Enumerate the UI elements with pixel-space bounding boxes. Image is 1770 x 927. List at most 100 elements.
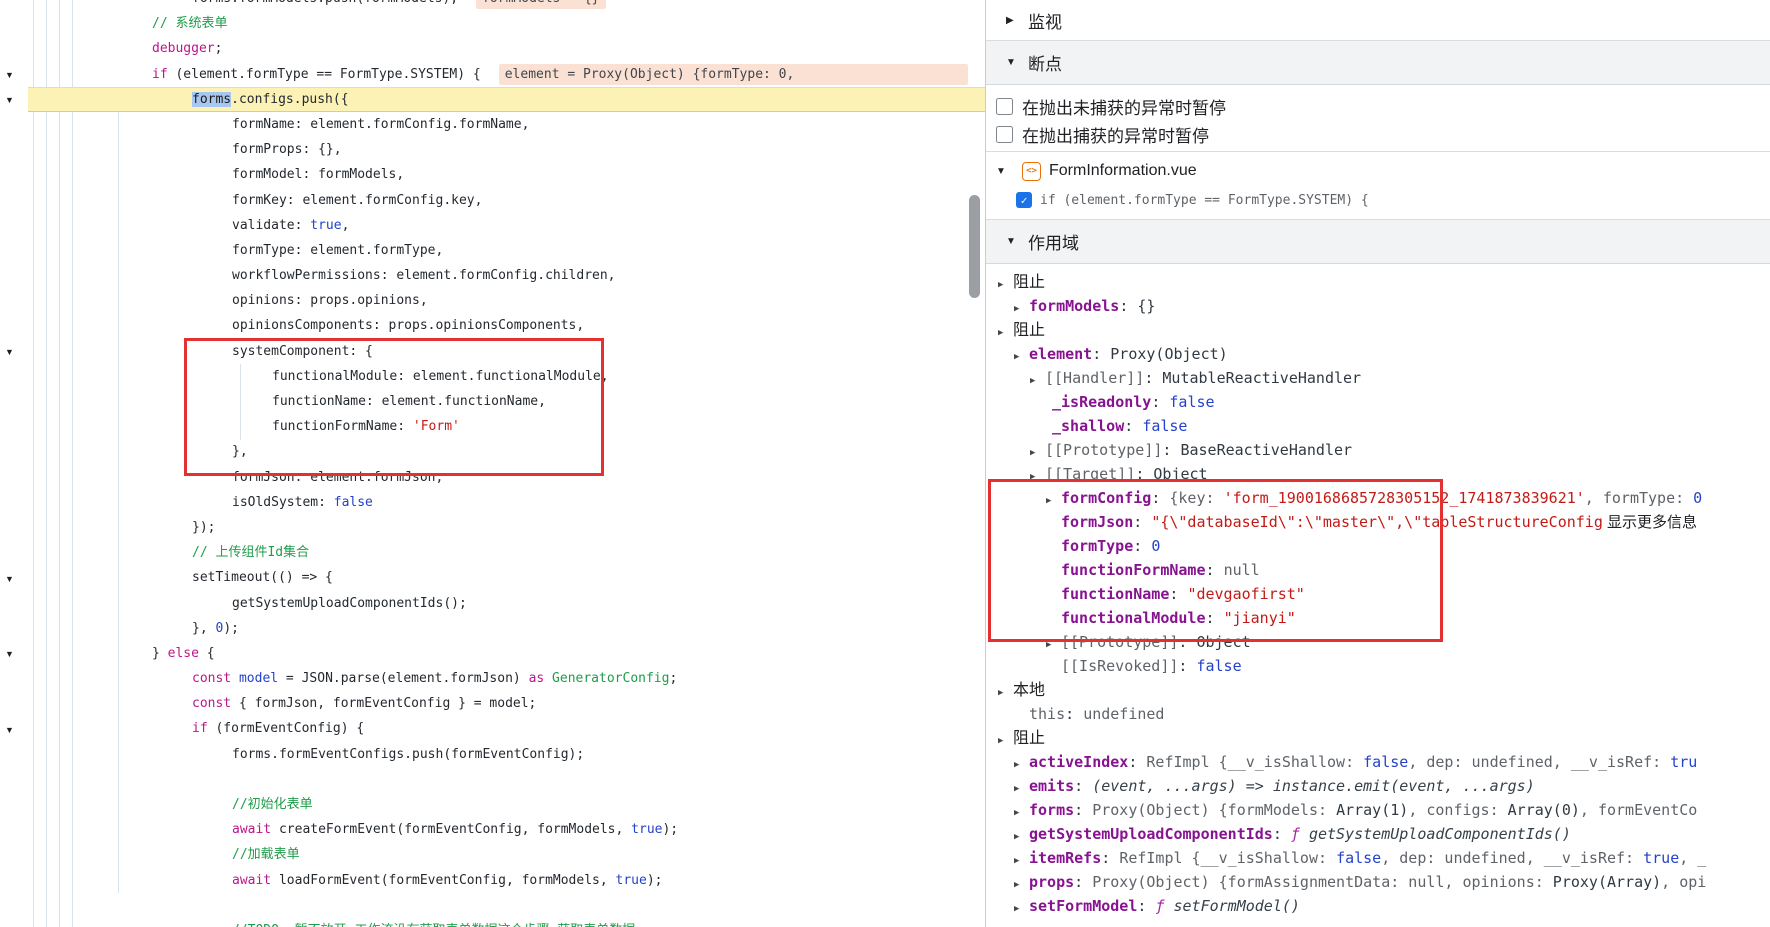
code-line[interactable]: debugger; xyxy=(0,36,985,61)
code-line[interactable] xyxy=(0,767,985,792)
selected-token: forms xyxy=(192,92,231,107)
breakpoint-enabled-checkbox[interactable]: ✓ xyxy=(1016,192,1032,208)
pause-caught-row[interactable]: 在抛出捕获的异常时暂停 xyxy=(986,120,1770,148)
tree-expand-icon[interactable]: ▶ xyxy=(1014,345,1029,366)
scope-tree-row[interactable]: ▶阻止 xyxy=(986,726,1770,750)
fold-arrow-icon[interactable]: ▼ xyxy=(5,346,19,358)
tree-expand-icon[interactable]: ▶ xyxy=(1030,441,1045,462)
fold-arrow-icon[interactable]: ▼ xyxy=(5,94,19,106)
code-line[interactable]: opinionsComponents: props.opinionsCompon… xyxy=(0,313,985,338)
chevron-down-icon[interactable]: ▼ xyxy=(1006,236,1028,247)
code-line[interactable]: // 上传组件Id集合 xyxy=(0,540,985,565)
code-line[interactable]: //加载表单 xyxy=(0,842,985,867)
scope-tree-row[interactable]: ▶itemRefs: RefImpl {__v_isShallow: false… xyxy=(986,846,1770,870)
code-line[interactable]: }, 0); xyxy=(0,616,985,641)
pause-uncaught-row[interactable]: 在抛出未捕获的异常时暂停 xyxy=(986,92,1770,120)
pause-uncaught-checkbox[interactable] xyxy=(996,98,1013,115)
code-line[interactable]: getSystemUploadComponentIds(); xyxy=(0,591,985,616)
scope-section-header[interactable]: ▼ 作用域 xyxy=(986,220,1770,264)
scope-tree-row[interactable]: ▶_shallow: false xyxy=(986,414,1770,438)
code-line[interactable]: // 系统表单 xyxy=(0,11,985,36)
red-annotation-box xyxy=(988,479,1443,642)
code-line[interactable]: await createFormEvent(formEventConfig, f… xyxy=(0,817,985,842)
code-line[interactable]: setTimeout(() => { xyxy=(0,565,985,590)
code-line[interactable]: opinions: props.opinions, xyxy=(0,288,985,313)
chevron-down-icon[interactable]: ▼ xyxy=(1006,57,1028,68)
scope-tree-row[interactable]: ▶formModels: {} xyxy=(986,294,1770,318)
debugger-sidebar: ▶ 监视 ▼ 断点 在抛出未捕获的异常时暂停 在抛出捕获的异常时暂停 ▼ <> … xyxy=(986,0,1770,927)
fold-arrow-icon[interactable]: ▼ xyxy=(5,648,19,660)
code-line[interactable]: workflowPermissions: element.formConfig.… xyxy=(0,263,985,288)
pause-caught-label: 在抛出捕获的异常时暂停 xyxy=(1022,122,1209,147)
chevron-right-icon[interactable]: ▶ xyxy=(1006,15,1028,26)
scope-tree-row[interactable]: ▶本地 xyxy=(986,678,1770,702)
scope-section-label: 作用域 xyxy=(1028,229,1079,254)
tree-expand-icon[interactable]: ▶ xyxy=(1014,873,1029,894)
breakpoint-entry[interactable]: ✓ if (element.formType == FormType.SYSTE… xyxy=(986,185,1770,215)
code-line[interactable]: if (formEventConfig) { xyxy=(0,716,985,741)
code-line[interactable]: formType: element.formType, xyxy=(0,238,985,263)
tree-expand-icon[interactable]: ▶ xyxy=(1030,369,1045,390)
code-line[interactable]: formKey: element.formConfig.key, xyxy=(0,188,985,213)
tree-expand-icon[interactable]: ▶ xyxy=(998,273,1013,294)
vue-file-icon: <> xyxy=(1022,162,1041,181)
scope-tree-row[interactable]: ▶forms: Proxy(Object) {formModels: Array… xyxy=(986,798,1770,822)
code-line[interactable]: formProps: {}, xyxy=(0,137,985,162)
code-line[interactable]: //TODO: 暂不放开 工作流没有获取表单数据这个步骤 获取表单数据 xyxy=(0,918,985,927)
code-line[interactable]: await loadFormEvent(formEventConfig, for… xyxy=(0,868,985,893)
code-line[interactable]: forms.formModels.push(formModels);formMo… xyxy=(0,0,985,11)
code-line[interactable]: formModel: formModels, xyxy=(0,162,985,187)
breakpoint-file-group: ▼ <> FormInformation.vue ✓ if (element.f… xyxy=(986,152,1770,220)
tree-expand-icon[interactable]: ▶ xyxy=(1014,297,1029,318)
tree-expand-icon[interactable]: ▶ xyxy=(1014,753,1029,774)
pause-caught-checkbox[interactable] xyxy=(996,126,1013,143)
breakpoint-entry-code: if (element.formType == FormType.SYSTEM)… xyxy=(1040,193,1369,208)
scope-tree-row[interactable]: ▶setFormModel: ƒ setFormModel() xyxy=(986,894,1770,918)
scope-tree-row[interactable]: ▶element: Proxy(Object) xyxy=(986,342,1770,366)
scope-tree-row[interactable]: ▶_isReadonly: false xyxy=(986,390,1770,414)
scope-tree-row[interactable]: ▶props: Proxy(Object) {formAssignmentDat… xyxy=(986,870,1770,894)
code-line[interactable]: const { formJson, formEventConfig } = mo… xyxy=(0,691,985,716)
tree-expand-icon[interactable]: ▶ xyxy=(1014,849,1029,870)
breakpoints-section-label: 断点 xyxy=(1028,50,1062,75)
scope-tree-row[interactable]: ▶阻止 xyxy=(986,270,1770,294)
tree-expand-icon[interactable]: ▶ xyxy=(1014,777,1029,798)
scope-tree-row[interactable]: ▶emits: (event, ...args) => instance.emi… xyxy=(986,774,1770,798)
tree-expand-icon[interactable]: ▶ xyxy=(998,681,1013,702)
breakpoints-section-header[interactable]: ▼ 断点 xyxy=(986,41,1770,85)
exception-pause-options: 在抛出未捕获的异常时暂停 在抛出捕获的异常时暂停 xyxy=(986,85,1770,152)
tree-expand-icon[interactable]: ▶ xyxy=(1014,801,1029,822)
editor-scrollbar-thumb[interactable] xyxy=(969,195,980,298)
fold-arrow-icon[interactable]: ▼ xyxy=(5,573,19,585)
current-execution-line[interactable]: forms.configs.push({ xyxy=(0,87,985,112)
fold-arrow-icon[interactable]: ▼ xyxy=(5,724,19,736)
watch-section-header[interactable]: ▶ 监视 xyxy=(986,0,1770,41)
scope-tree-row[interactable]: ▶[[IsRevoked]]: false xyxy=(986,654,1770,678)
scope-tree-row[interactable]: ▶[[Prototype]]: BaseReactiveHandler xyxy=(986,438,1770,462)
fold-arrow-icon[interactable]: ▼ xyxy=(5,69,19,81)
code-line[interactable]: formName: element.formConfig.formName, xyxy=(0,112,985,137)
code-line[interactable]: const model = JSON.parse(element.formJso… xyxy=(0,666,985,691)
red-annotation-box xyxy=(184,338,604,476)
code-line[interactable]: } else { xyxy=(0,641,985,666)
scope-tree-row[interactable]: ▶阻止 xyxy=(986,318,1770,342)
breakpoint-file-name: FormInformation.vue xyxy=(1049,162,1197,180)
scope-tree-row[interactable]: ▶getSystemUploadComponentIds: ƒ getSyste… xyxy=(986,822,1770,846)
code-line[interactable]: if (element.formType == FormType.SYSTEM)… xyxy=(0,62,985,87)
scope-tree-row[interactable]: ▶this: undefined xyxy=(986,702,1770,726)
breakpoint-file-row[interactable]: ▼ <> FormInformation.vue xyxy=(986,157,1770,185)
scope-tree-row[interactable]: ▶[[Handler]]: MutableReactiveHandler xyxy=(986,366,1770,390)
scope-tree-row[interactable]: ▶activeIndex: RefImpl {__v_isShallow: fa… xyxy=(986,750,1770,774)
code-line[interactable]: isOldSystem: false xyxy=(0,490,985,515)
code-line[interactable]: }); xyxy=(0,515,985,540)
code-line[interactable]: forms.formEventConfigs.push(formEventCon… xyxy=(0,742,985,767)
chevron-down-icon[interactable]: ▼ xyxy=(996,166,1018,177)
code-line[interactable]: //初始化表单 xyxy=(0,792,985,817)
tree-expand-icon[interactable]: ▶ xyxy=(1014,825,1029,846)
tree-expand-icon[interactable]: ▶ xyxy=(1014,897,1029,918)
tree-expand-icon[interactable]: ▶ xyxy=(998,729,1013,750)
code-line[interactable]: validate: true, xyxy=(0,213,985,238)
tree-expand-icon[interactable]: ▶ xyxy=(998,321,1013,342)
inline-eval-badge: formModels = {} xyxy=(476,0,605,9)
code-line[interactable] xyxy=(0,893,985,918)
